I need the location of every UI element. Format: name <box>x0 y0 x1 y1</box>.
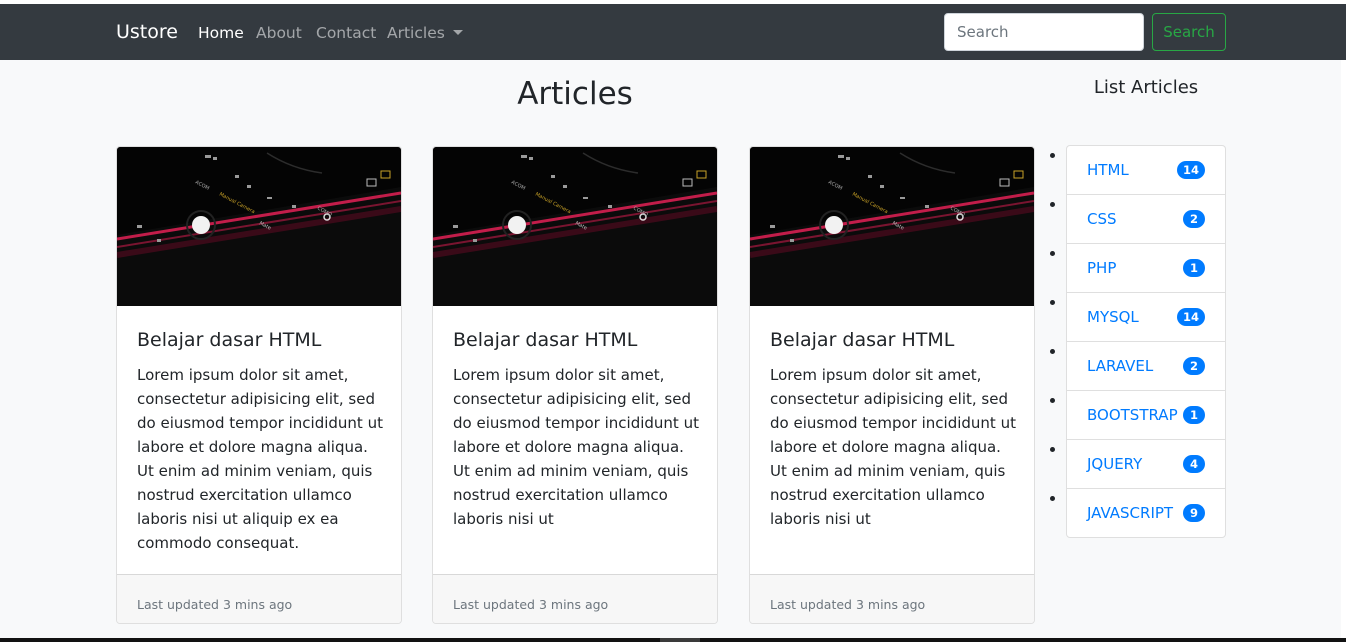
card-image: ACOM Manual Camera Mate COMO <box>433 147 717 306</box>
count-badge: 1 <box>1183 406 1205 424</box>
count-badge: 2 <box>1183 210 1205 228</box>
card-text: Lorem ipsum dolor sit amet, consectetur … <box>453 366 699 528</box>
count-badge: 14 <box>1176 161 1205 179</box>
list-link[interactable]: MYSQL <box>1087 308 1139 326</box>
count-badge: 14 <box>1176 308 1205 326</box>
page-title: Articles <box>517 76 633 112</box>
article-card: ACOM Manual Camera Mate COMO Belajar das… <box>432 146 718 624</box>
list-item-javascript[interactable]: JAVASCRIPT 9 <box>1067 488 1225 537</box>
card-title: Belajar dasar HTML <box>137 329 322 351</box>
taskbar-segment <box>660 638 700 642</box>
search-input[interactable] <box>944 13 1144 51</box>
card-text: Lorem ipsum dolor sit amet, consectetur … <box>137 366 383 552</box>
sidebar-title: List Articles <box>1093 77 1199 98</box>
count-badge: 2 <box>1183 357 1205 375</box>
card-title: Belajar dasar HTML <box>770 329 955 351</box>
card-footer: Last updated 3 mins ago <box>433 574 717 623</box>
search-button[interactable]: Search <box>1152 13 1226 51</box>
count-badge: 1 <box>1183 259 1205 277</box>
caret-down-icon <box>452 30 463 35</box>
brand-logo[interactable]: Ustore <box>116 21 178 43</box>
count-badge: 9 <box>1183 504 1205 522</box>
card-updated-text: Last updated 3 mins ago <box>137 597 293 612</box>
list-link[interactable]: JQUERY <box>1087 455 1142 473</box>
list-link[interactable]: LARAVEL <box>1087 357 1153 375</box>
phone-camera-photo: ACOM Manual Camera Mate COMO <box>117 147 401 306</box>
phone-camera-photo: ACOM Manual Camera Mate COMO <box>750 147 1034 306</box>
list-item-css[interactable]: CSS 2 <box>1067 194 1225 243</box>
count-badge: 4 <box>1183 455 1205 473</box>
list-link[interactable]: HTML <box>1087 161 1129 179</box>
card-body: Belajar dasar HTML Lorem ipsum dolor sit… <box>137 327 385 555</box>
list-item-bootstrap[interactable]: BOOTSTRAP 1 <box>1067 390 1225 439</box>
list-item-php[interactable]: PHP 1 <box>1067 243 1225 292</box>
nav-link-contact[interactable]: Contact <box>316 24 376 42</box>
card-title: Belajar dasar HTML <box>453 329 638 351</box>
nav-link-about[interactable]: About <box>256 24 302 42</box>
card-footer: Last updated 3 mins ago <box>117 574 401 623</box>
list-item-mysql[interactable]: MYSQL 14 <box>1067 292 1225 341</box>
list-link[interactable]: PHP <box>1087 259 1116 277</box>
card-body: Belajar dasar HTML Lorem ipsum dolor sit… <box>770 327 1018 531</box>
card-footer: Last updated 3 mins ago <box>750 574 1034 623</box>
card-updated-text: Last updated 3 mins ago <box>453 597 609 612</box>
nav-dropdown-label: Articles <box>387 24 445 42</box>
article-card: ACOM Manual Camera Mate COMO Belajar das… <box>749 146 1035 624</box>
list-item-html[interactable]: HTML 14 <box>1067 146 1225 194</box>
nav-link-home[interactable]: Home <box>198 24 244 42</box>
list-link[interactable]: BOOTSTRAP <box>1087 406 1178 424</box>
card-body: Belajar dasar HTML Lorem ipsum dolor sit… <box>453 327 701 531</box>
nav-dropdown-articles[interactable]: Articles <box>387 24 463 42</box>
list-item-jquery[interactable]: JQUERY 4 <box>1067 439 1225 488</box>
card-image: ACOM Manual Camera Mate COMO <box>117 147 401 306</box>
card-image: ACOM Manual Camera Mate COMO <box>750 147 1034 306</box>
article-list: HTML14 CSS2 PHP1 MYSQL14 LARAVEL2 BOOTST… <box>1066 145 1226 538</box>
page-right-edge <box>1341 60 1346 642</box>
list-link[interactable]: JAVASCRIPT <box>1087 504 1173 522</box>
article-card: ACOM Manual Camera Mate COMO Belajar das… <box>116 146 402 624</box>
list-item-laravel[interactable]: LARAVEL 2 <box>1067 341 1225 390</box>
card-updated-text: Last updated 3 mins ago <box>770 597 926 612</box>
card-text: Lorem ipsum dolor sit amet, consectetur … <box>770 366 1016 528</box>
phone-camera-photo: ACOM Manual Camera Mate COMO <box>433 147 717 306</box>
taskbar-edge <box>0 638 1346 642</box>
list-link[interactable]: CSS <box>1087 210 1117 228</box>
navbar: Ustore Home About Contact Articles Searc… <box>0 4 1346 60</box>
